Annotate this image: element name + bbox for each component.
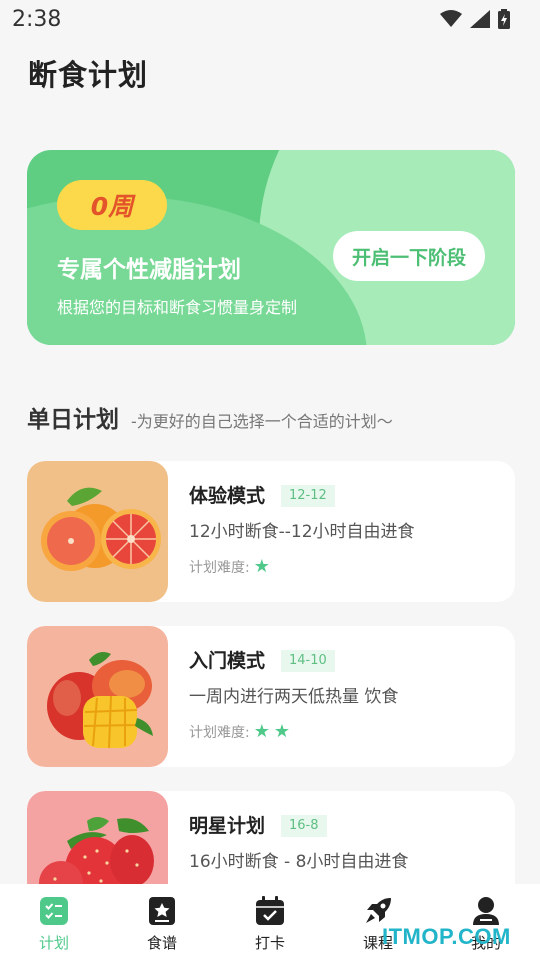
mango-image: [27, 626, 168, 767]
plan-difficulty: 计划难度: ★: [189, 557, 270, 577]
plan-name: 入门模式: [189, 650, 266, 672]
plan-card-experience[interactable]: 体验模式 12-12 12小时断食--12小时自由进食 计划难度: ★: [27, 461, 515, 602]
recipe-star-icon: [149, 897, 175, 925]
plan-tag: 16-8: [281, 815, 327, 837]
start-next-stage-button[interactable]: 开启一下阶段: [333, 231, 485, 281]
grapefruit-image: [27, 461, 168, 602]
battery-icon: [498, 9, 510, 29]
plan-difficulty: 计划难度: ★ ★: [189, 722, 290, 742]
plan-description: 一周内进行两天低热量 饮食: [189, 687, 399, 707]
rocket-icon: [366, 898, 391, 923]
week-badge: 0周: [57, 180, 167, 230]
tab-label: 食谱: [146, 934, 177, 952]
plan-description: 16小时断食 - 8小时自由进食: [189, 852, 409, 872]
person-icon: [473, 897, 499, 925]
hero-heading: 专属个性减脂计划: [57, 257, 241, 283]
tab-checkin[interactable]: 打卡: [216, 884, 324, 960]
status-time: 2:38: [12, 6, 62, 32]
difficulty-label: 计划难度:: [189, 560, 250, 576]
plan-description: 12小时断食--12小时自由进食: [189, 522, 415, 542]
tab-plan[interactable]: 计划: [0, 884, 108, 960]
plan-name: 明星计划: [189, 815, 266, 837]
section-subtitle: -为更好的自己选择一个合适的计划～: [131, 412, 393, 431]
plan-tag: 12-12: [281, 485, 335, 507]
star-icon: ★: [253, 556, 270, 577]
star-icon: ★: [253, 721, 270, 742]
calendar-check-icon: [256, 896, 284, 925]
page-title: 断食计划: [28, 58, 149, 92]
signal-icon: [470, 10, 490, 28]
wifi-icon: [440, 10, 462, 27]
section-header: 单日计划 -为更好的自己选择一个合适的计划～: [27, 400, 393, 434]
status-icons: [440, 9, 510, 29]
section-title: 单日计划: [27, 407, 119, 433]
difficulty-label: 计划难度:: [189, 725, 250, 741]
watermark: ITMOP.COM: [382, 924, 511, 949]
status-bar: 2:38: [0, 0, 540, 38]
tab-recipe[interactable]: 食谱: [108, 884, 216, 960]
plan-checklist-icon: [40, 897, 68, 925]
tab-label: 打卡: [254, 934, 285, 952]
star-icon: ★: [273, 721, 290, 742]
hero-subtitle: 根据您的目标和断食习惯量身定制: [57, 298, 298, 317]
hero-banner: 0周 专属个性减脂计划 根据您的目标和断食习惯量身定制 开启一下阶段: [27, 150, 515, 345]
plan-name: 体验模式: [189, 485, 266, 507]
plan-tag: 14-10: [281, 650, 335, 672]
tab-label: 计划: [38, 934, 69, 952]
plan-card-beginner[interactable]: 入门模式 14-10 一周内进行两天低热量 饮食 计划难度: ★ ★: [27, 626, 515, 767]
